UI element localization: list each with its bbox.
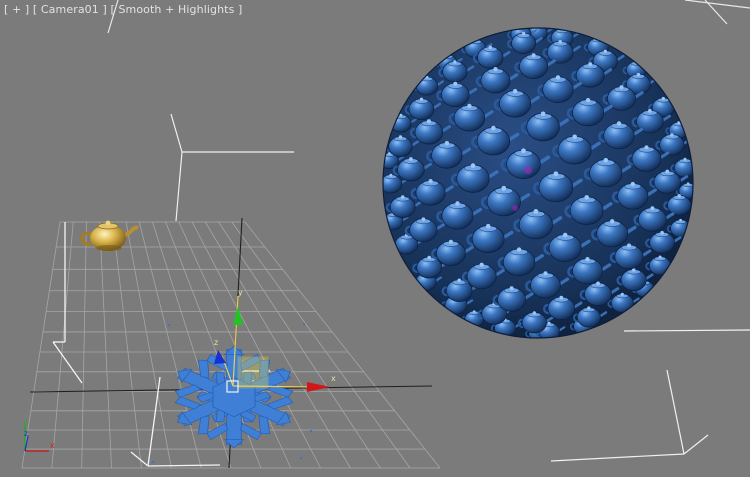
viewport-camera-button[interactable]: [ Camera01 ] <box>33 3 107 16</box>
gizmo-x-label: x <box>331 374 336 383</box>
viewport-label: [ + ] [ Camera01 ] [ Smooth + Highlights… <box>4 3 242 16</box>
teapot-object[interactable] <box>80 220 139 251</box>
world-axis-tripod: x y z <box>23 418 55 452</box>
tripod-y-label: y <box>23 418 28 427</box>
tripod-z-label: z <box>24 429 28 438</box>
viewport-scene[interactable]: y x z x y z <box>0 0 750 477</box>
viewport-menu-button[interactable]: [ + ] <box>4 3 29 16</box>
gizmo-y-label: y <box>238 288 243 297</box>
gizmo-x-arrow[interactable] <box>307 382 330 392</box>
gizmo-z-label: z <box>214 338 218 347</box>
teapot-sphere[interactable] <box>377 24 702 341</box>
tripod-x-label: x <box>50 441 55 450</box>
viewport-shading-button[interactable]: [ Smooth + Highlights ] <box>110 3 242 16</box>
gizmo-y-arrow[interactable] <box>233 306 243 325</box>
camera-viewport[interactable]: y x z x y z [ + ] [ Camera01 ] [ Smooth … <box>0 0 750 477</box>
